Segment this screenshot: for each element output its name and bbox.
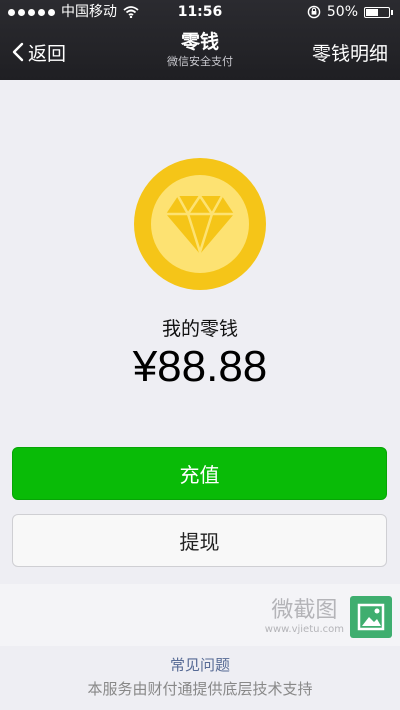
recharge-button[interactable]: 充值	[12, 447, 387, 500]
balance-details-button[interactable]: 零钱明细	[312, 24, 388, 80]
navigation-bar: 返回 零钱 微信安全支付 零钱明细	[0, 24, 400, 80]
battery-icon	[364, 6, 393, 18]
watermark-logo-icon	[350, 596, 392, 638]
status-bar: 中国移动 11:56 50%	[0, 0, 400, 24]
watermark-url: www.vjietu.com	[264, 624, 344, 635]
balance-amount: ¥88.88	[132, 342, 268, 391]
top-bar: 中国移动 11:56 50% 返回 零钱 微信安全支付 零钱明细	[0, 0, 400, 80]
status-right: 50%	[307, 0, 393, 24]
balance-label: 我的零钱	[161, 318, 238, 340]
coin-badge	[134, 158, 266, 290]
diamond-icon	[166, 194, 234, 256]
withdraw-button[interactable]: 提现	[12, 514, 387, 567]
battery-percent: 50%	[326, 4, 358, 20]
service-note: 本服务由财付通提供底层技术支持	[87, 680, 313, 698]
rotation-lock-icon	[307, 5, 321, 19]
faq-link[interactable]: 常见问题	[0, 654, 400, 675]
watermark: 微截图 www.vjietu.com	[265, 598, 344, 636]
watermark-title: 微截图	[271, 598, 338, 623]
